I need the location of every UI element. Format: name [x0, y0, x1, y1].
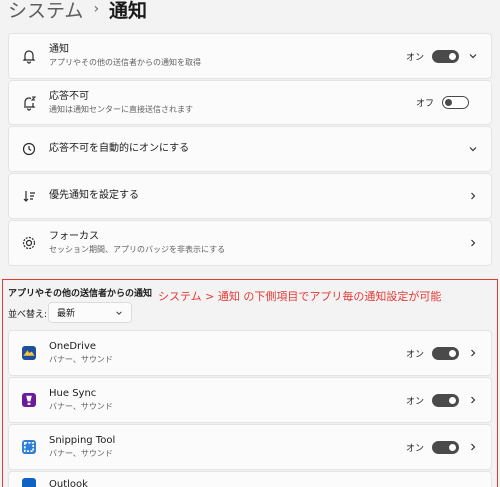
focus-icon [9, 235, 49, 251]
breadcrumb: システム › 通知 [8, 0, 147, 24]
onedrive-icon [22, 346, 36, 360]
focus-desc: セッション期間、アプリのバッジを非表示にする [49, 245, 226, 254]
auto-dnd-title: 応答不可を自動的にオンにする [49, 143, 190, 154]
onedrive-toggle[interactable] [432, 346, 459, 360]
bell-snooze-icon [9, 95, 49, 111]
clock-icon [9, 141, 49, 157]
app-row-hue-sync[interactable]: Hue Sync バナー、サウンド オン [8, 377, 492, 423]
app-name: Snipping Tool [49, 435, 116, 446]
chevron-down-icon[interactable] [467, 143, 479, 155]
auto-dnd-card[interactable]: 応答不可を自動的にオンにする [8, 126, 492, 172]
app-state: オン [405, 443, 424, 454]
app-row-snipping-tool[interactable]: Snipping Tool バナー、サウンド オン [8, 424, 492, 470]
annotation-text: システム > 通知 の下側項目でアプリ毎の通知設定が可能 [158, 290, 442, 303]
sort-value: 最新 [57, 309, 76, 319]
chevron-right-icon[interactable] [467, 347, 479, 359]
hue-sync-icon [22, 393, 36, 407]
notifications-state: オン [405, 52, 424, 63]
snipping-tool-toggle[interactable] [432, 440, 459, 454]
do-not-disturb-desc: 通知は通知センターに直接送信されます [49, 104, 193, 114]
outlook-icon [22, 478, 36, 487]
app-desc: バナー、サウンド [49, 449, 113, 458]
breadcrumb-parent[interactable]: システム [8, 0, 83, 23]
chevron-right-icon[interactable] [467, 394, 479, 406]
app-desc: バナー、サウンド [49, 402, 113, 411]
sort-label: 並べ替え: [8, 310, 48, 320]
app-state: オン [405, 396, 424, 407]
breadcrumb-separator: › [93, 1, 100, 17]
chevron-right-icon[interactable] [467, 190, 479, 202]
sort-priority-icon [9, 188, 49, 204]
app-state: オン [405, 349, 424, 360]
app-row-onedrive[interactable]: OneDrive バナー、サウンド オン [8, 330, 492, 376]
chevron-down-icon[interactable] [467, 50, 479, 62]
do-not-disturb-title: 応答不可 [49, 90, 89, 102]
notifications-desc: アプリやその他の送信者からの通知を取得 [49, 58, 201, 67]
page-title: 通知 [109, 0, 148, 22]
chevron-right-icon[interactable] [467, 441, 479, 453]
apps-section-title: アプリやその他の送信者からの通知 [8, 289, 153, 299]
app-row-outlook[interactable]: Outlook [8, 471, 492, 487]
sort-dropdown[interactable]: 最新 [48, 302, 132, 323]
snipping-tool-icon [22, 440, 36, 454]
focus-card[interactable]: フォーカス セッション期間、アプリのバッジを非表示にする [8, 220, 492, 266]
app-name: Hue Sync [49, 388, 97, 399]
notifications-card[interactable]: 通知 アプリやその他の送信者からの通知を取得 オン [8, 33, 492, 79]
priority-card[interactable]: 優先通知を設定する [8, 173, 492, 219]
notifications-title: 通知 [49, 44, 69, 55]
focus-title: フォーカス [49, 231, 99, 242]
do-not-disturb-card[interactable]: 応答不可 通知は通知センターに直接送信されます オフ [8, 80, 492, 125]
priority-title: 優先通知を設定する [49, 190, 139, 201]
chevron-down-icon [116, 310, 122, 315]
app-desc: バナー、サウンド [49, 355, 113, 364]
app-name: OneDrive [49, 341, 97, 352]
do-not-disturb-toggle[interactable] [442, 96, 469, 109]
notifications-settings-page: システム › 通知 通知 アプリやその他の送信者からの通知を取得 オン 応答不可… [0, 0, 500, 487]
bell-icon [9, 48, 49, 64]
chevron-right-icon[interactable] [467, 237, 479, 249]
notifications-toggle[interactable] [432, 49, 459, 63]
do-not-disturb-state: オフ [415, 99, 434, 109]
hue-sync-toggle[interactable] [432, 393, 459, 407]
app-name: Outlook [49, 479, 88, 487]
